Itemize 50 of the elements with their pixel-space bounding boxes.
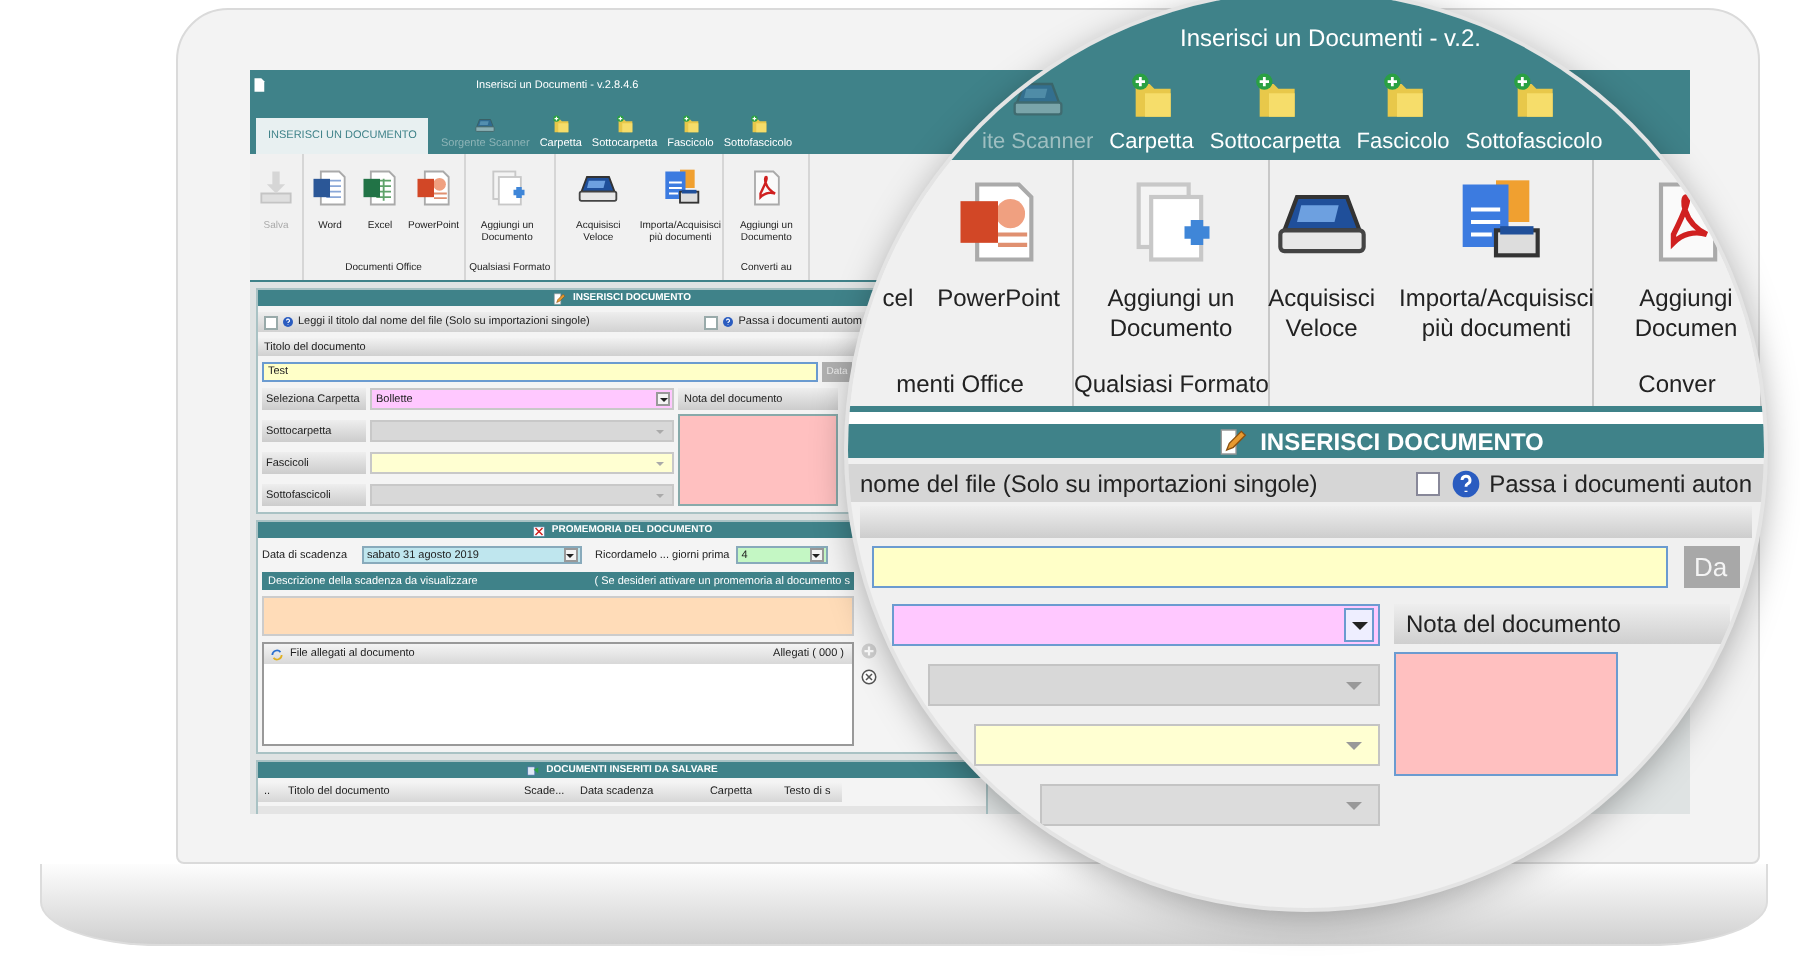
option-label: Passa i documenti auton	[1489, 469, 1752, 497]
group-label: Conver	[1636, 370, 1718, 398]
dropdown-arrow-icon	[656, 461, 664, 469]
dropdown-arrow-icon[interactable]	[656, 392, 670, 406]
toolbar-button[interactable]: Sottofascicolo	[1465, 70, 1603, 154]
title-field[interactable]	[872, 546, 1668, 588]
group-label: menti Office	[894, 370, 1026, 398]
folder-plus-icon	[747, 114, 769, 136]
ribbon-button[interactable]: Importa/Acquisisci più documenti	[1399, 168, 1594, 344]
note-field[interactable]	[1394, 652, 1618, 776]
dropdown-arrow-icon[interactable]	[809, 548, 824, 562]
pencil-page-icon	[1216, 425, 1249, 457]
help-icon	[282, 316, 294, 328]
dropdown-field[interactable]	[928, 664, 1380, 706]
folder-plus-icon	[549, 114, 572, 136]
dropdown-field[interactable]	[370, 420, 674, 442]
checkbox[interactable]	[264, 315, 278, 329]
scanner-icon	[474, 114, 497, 136]
ribbon-button[interactable]: Aggiungi un Documento	[1101, 168, 1241, 344]
dropdown-field[interactable]	[370, 452, 674, 474]
help-icon	[722, 316, 735, 328]
ribbon-button[interactable]: Acquisisci Veloce	[1268, 168, 1375, 344]
ribbon-button[interactable]: Aggiungi Documen	[1630, 168, 1742, 344]
checkbox[interactable]	[1415, 471, 1440, 495]
ribbon-button[interactable]: cel	[882, 168, 914, 314]
tray-arrow-icon	[254, 166, 298, 210]
dropdown-field[interactable]	[1040, 784, 1380, 826]
toolbar-button[interactable]: Carpetta	[1109, 70, 1194, 154]
app-icon	[250, 76, 268, 94]
group-label: Qualsiasi Formato	[1074, 370, 1268, 398]
field-label: Nota del documento	[1406, 610, 1621, 638]
section-title: INSERISCI DOCUMENTO	[1260, 427, 1544, 455]
toolbar-button[interactable]: Fascicolo	[1356, 70, 1450, 154]
spreadsheet-icon	[358, 166, 402, 210]
description-field[interactable]	[262, 596, 854, 636]
dropdown-field[interactable]	[370, 484, 674, 506]
toolbar-button[interactable]: Sottocarpetta	[1209, 70, 1341, 154]
checkbox[interactable]	[704, 315, 719, 329]
document-icon	[308, 166, 352, 210]
option-label: nome del file (Solo su importazioni singole)	[860, 469, 1318, 497]
dropdown-field[interactable]	[974, 724, 1380, 766]
folder-plus-icon	[679, 114, 702, 136]
note-field[interactable]	[678, 414, 838, 506]
ribbon-button[interactable]: PowerPoint	[937, 168, 1060, 314]
dropdown-field[interactable]	[892, 604, 1380, 646]
folder-plus-icon	[613, 114, 636, 136]
dropdown-arrow-icon[interactable]	[563, 548, 577, 562]
refresh-icon	[270, 647, 284, 661]
help-icon	[1449, 467, 1482, 499]
remove-icon[interactable]	[860, 668, 878, 686]
